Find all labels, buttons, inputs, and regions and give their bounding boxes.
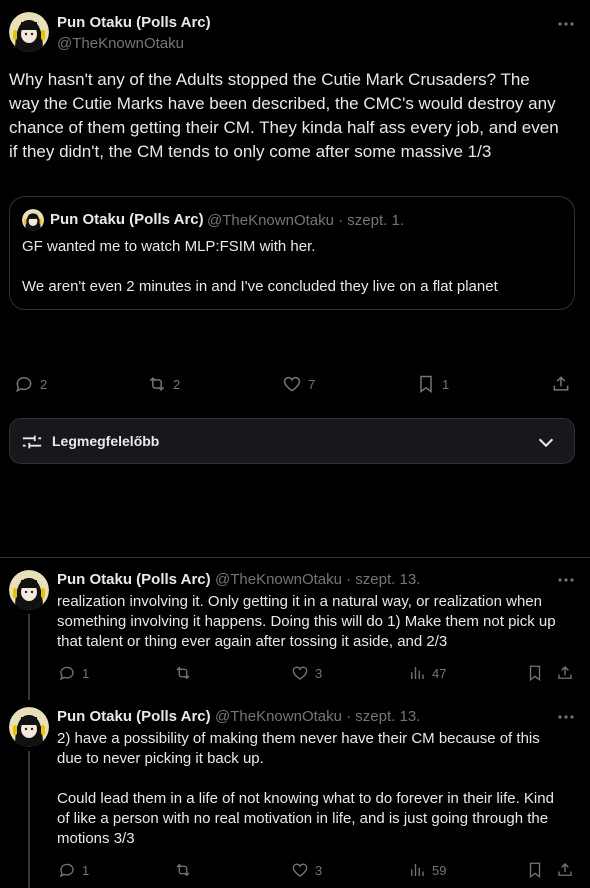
reply-meta[interactable]: @TheKnownOtaku · szept. 13.: [215, 571, 420, 588]
views-count: 59: [432, 862, 447, 878]
reply-text-line: realization involving it. Only getting i…: [57, 593, 542, 610]
sliders-icon: [22, 435, 42, 449]
heart-icon: [283, 376, 301, 392]
reply-text-line: something involving it happens. Doing th…: [57, 613, 556, 630]
sort-dropdown[interactable]: Legmegfelelőbb: [9, 418, 575, 464]
quote-author-name: Pun Otaku (Polls Arc): [50, 211, 204, 228]
reply-text: 2) have a possibility of making them nev…: [57, 729, 582, 849]
reply-count: 1: [82, 862, 90, 878]
reply-text-line: 2) have a possibility of making them nev…: [57, 730, 540, 747]
more-dots-icon[interactable]: [556, 570, 576, 590]
reply-count: 1: [82, 665, 90, 681]
post-actions: 2 2 7 1: [0, 374, 590, 398]
heart-icon: [292, 666, 308, 680]
views-bar-icon: [411, 667, 424, 679]
quote-text-line: We aren't even 2 minutes in and I've con…: [22, 278, 498, 295]
post-text-line: if they didn't, the CM tends to only com…: [9, 142, 492, 161]
reply-actions: 1 3 59: [0, 861, 590, 885]
reply-button[interactable]: 2: [14, 374, 47, 394]
reply-text-line: motions 3/3: [57, 830, 135, 847]
share-button[interactable]: [556, 861, 574, 879]
bookmark-count: 1: [442, 376, 450, 392]
author-name[interactable]: Pun Otaku (Polls Arc): [57, 14, 211, 31]
bookmark-icon: [529, 862, 541, 879]
reply-bubble-icon: [16, 377, 32, 393]
repost-button[interactable]: [174, 664, 192, 682]
chevron-down-icon: [538, 438, 554, 448]
more-dots-icon[interactable]: [556, 707, 576, 727]
post-text: Why hasn't any of the Adults stopped the…: [9, 68, 584, 164]
divider: [0, 557, 590, 558]
repost-icon: [176, 666, 190, 680]
sort-label: Legmegfelelőbb: [52, 433, 160, 449]
reply-text-line: Could lead them in a life of not knowing…: [57, 790, 554, 807]
share-icon: [553, 376, 569, 391]
heart-icon: [292, 863, 308, 877]
reply-count: 2: [40, 376, 48, 392]
quoted-post[interactable]: Pun Otaku (Polls Arc) @TheKnownOtaku · s…: [9, 196, 575, 310]
bookmark-button[interactable]: [526, 861, 544, 879]
reply-author-name[interactable]: Pun Otaku (Polls Arc): [57, 708, 211, 725]
repost-button[interactable]: 2: [147, 374, 180, 394]
reply-button[interactable]: 1: [58, 861, 89, 879]
post-text-line: Why hasn't any of the Adults stopped the…: [9, 70, 530, 89]
share-icon: [558, 666, 572, 679]
views-button[interactable]: 47: [408, 664, 446, 682]
like-button[interactable]: 3: [291, 861, 322, 879]
bookmark-icon: [529, 665, 541, 682]
avatar: [22, 209, 44, 231]
views-count: 47: [432, 665, 447, 681]
share-button[interactable]: [556, 664, 574, 682]
reply-author-name[interactable]: Pun Otaku (Polls Arc): [57, 571, 211, 588]
views-button[interactable]: 59: [408, 861, 446, 879]
avatar[interactable]: [9, 12, 49, 52]
bookmark-icon: [420, 375, 432, 393]
reply-actions: 1 3 47: [0, 664, 590, 688]
bookmark-button[interactable]: 1: [416, 374, 449, 394]
share-icon: [558, 863, 572, 876]
avatar[interactable]: [9, 570, 49, 610]
reply-text: realization involving it. Only getting i…: [57, 592, 582, 652]
share-button[interactable]: [551, 374, 571, 394]
post-text-line: way the Cutie Marks have been described,…: [9, 94, 556, 113]
reply-text-line: due to never picking it back up.: [57, 750, 264, 767]
reply-meta[interactable]: @TheKnownOtaku · szept. 13.: [215, 708, 420, 725]
reply-text-line: [57, 769, 582, 789]
quote-meta: @TheKnownOtaku · szept. 1.: [207, 212, 404, 229]
like-count: 7: [308, 376, 316, 392]
reply-bubble-icon: [59, 666, 74, 681]
views-bar-icon: [411, 864, 424, 876]
avatar[interactable]: [9, 707, 49, 747]
post-text-line: chance of them getting their CM. They ki…: [9, 118, 559, 137]
quote-text-line: GF wanted me to watch MLP:FSIM with her.: [22, 238, 316, 255]
repost-button[interactable]: [174, 861, 192, 879]
like-button[interactable]: 3: [291, 664, 322, 682]
repost-icon: [149, 377, 165, 391]
reply-button[interactable]: 1: [58, 664, 89, 682]
repost-icon: [176, 863, 190, 877]
reply-text-line: of like a person with no real motivation…: [57, 810, 549, 827]
bookmark-button[interactable]: [526, 664, 544, 682]
repost-count: 2: [173, 376, 181, 392]
author-handle[interactable]: @TheKnownOtaku: [57, 35, 184, 52]
reply-text-line: that talent or thing ever again after to…: [57, 633, 448, 650]
like-count: 3: [315, 665, 323, 681]
more-dots-icon[interactable]: [556, 14, 576, 34]
like-count: 3: [315, 862, 323, 878]
like-button[interactable]: 7: [282, 374, 315, 394]
reply-bubble-icon: [59, 863, 74, 878]
